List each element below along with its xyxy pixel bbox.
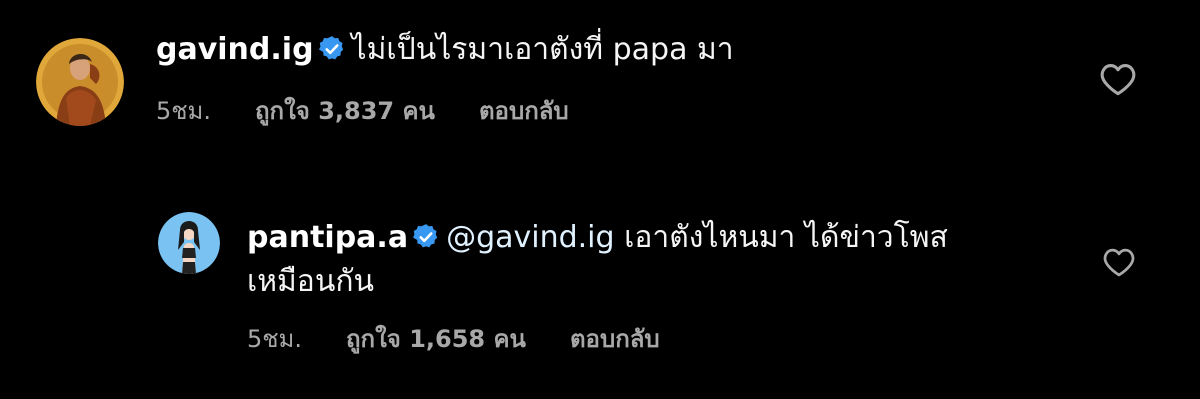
username[interactable]: gavind.ig: [156, 32, 314, 67]
comment-pantipa: pantipa.a @gavind.ig เอาตังไหนมา ได้ข่าวโ…: [0, 160, 1200, 399]
comment-line-1: pantipa.a @gavind.ig เอาตังไหนมา ได้ข่าวโ…: [247, 218, 1067, 262]
likes-count[interactable]: ถูกใจ 3,837 คน: [255, 96, 435, 126]
reply-button[interactable]: ตอบกลับ: [570, 324, 660, 354]
comment-body: gavind.ig ไม่เป็นไรมาเอาตังที่ papa มา: [156, 30, 1056, 74]
comment-gavind: gavind.ig ไม่เป็นไรมาเอาตังที่ papa มา 5ช…: [0, 0, 1200, 160]
avatar-gavind[interactable]: [36, 38, 124, 126]
comment-text: เอาตังไหนมา ได้ข่าวโพส: [624, 220, 948, 255]
comment-meta: 5ชม. ถูกใจ 3,837 คน ตอบกลับ: [156, 96, 569, 126]
comment-meta: 5ชม. ถูกใจ 1,658 คน ตอบกลับ: [247, 324, 660, 354]
timestamp: 5ชม.: [156, 97, 212, 125]
mention-link[interactable]: @gavind.ig: [446, 220, 615, 255]
verified-badge-icon: [318, 34, 346, 74]
reply-button[interactable]: ตอบกลับ: [479, 96, 569, 126]
comment-text: ไม่เป็นไรมาเอาตังที่ papa มา: [351, 32, 734, 67]
comment-body: pantipa.a @gavind.ig เอาตังไหนมา ได้ข่าวโ…: [247, 218, 1067, 302]
timestamp: 5ชม.: [247, 325, 303, 353]
username[interactable]: pantipa.a: [247, 220, 408, 255]
avatar-pantipa[interactable]: [158, 212, 220, 274]
verified-badge-icon: [412, 222, 440, 262]
heart-outline-icon[interactable]: [1099, 62, 1137, 100]
heart-outline-icon[interactable]: [1102, 247, 1136, 281]
comment-line-2: เหมือนกัน: [247, 264, 375, 299]
likes-count[interactable]: ถูกใจ 1,658 คน: [346, 324, 526, 354]
